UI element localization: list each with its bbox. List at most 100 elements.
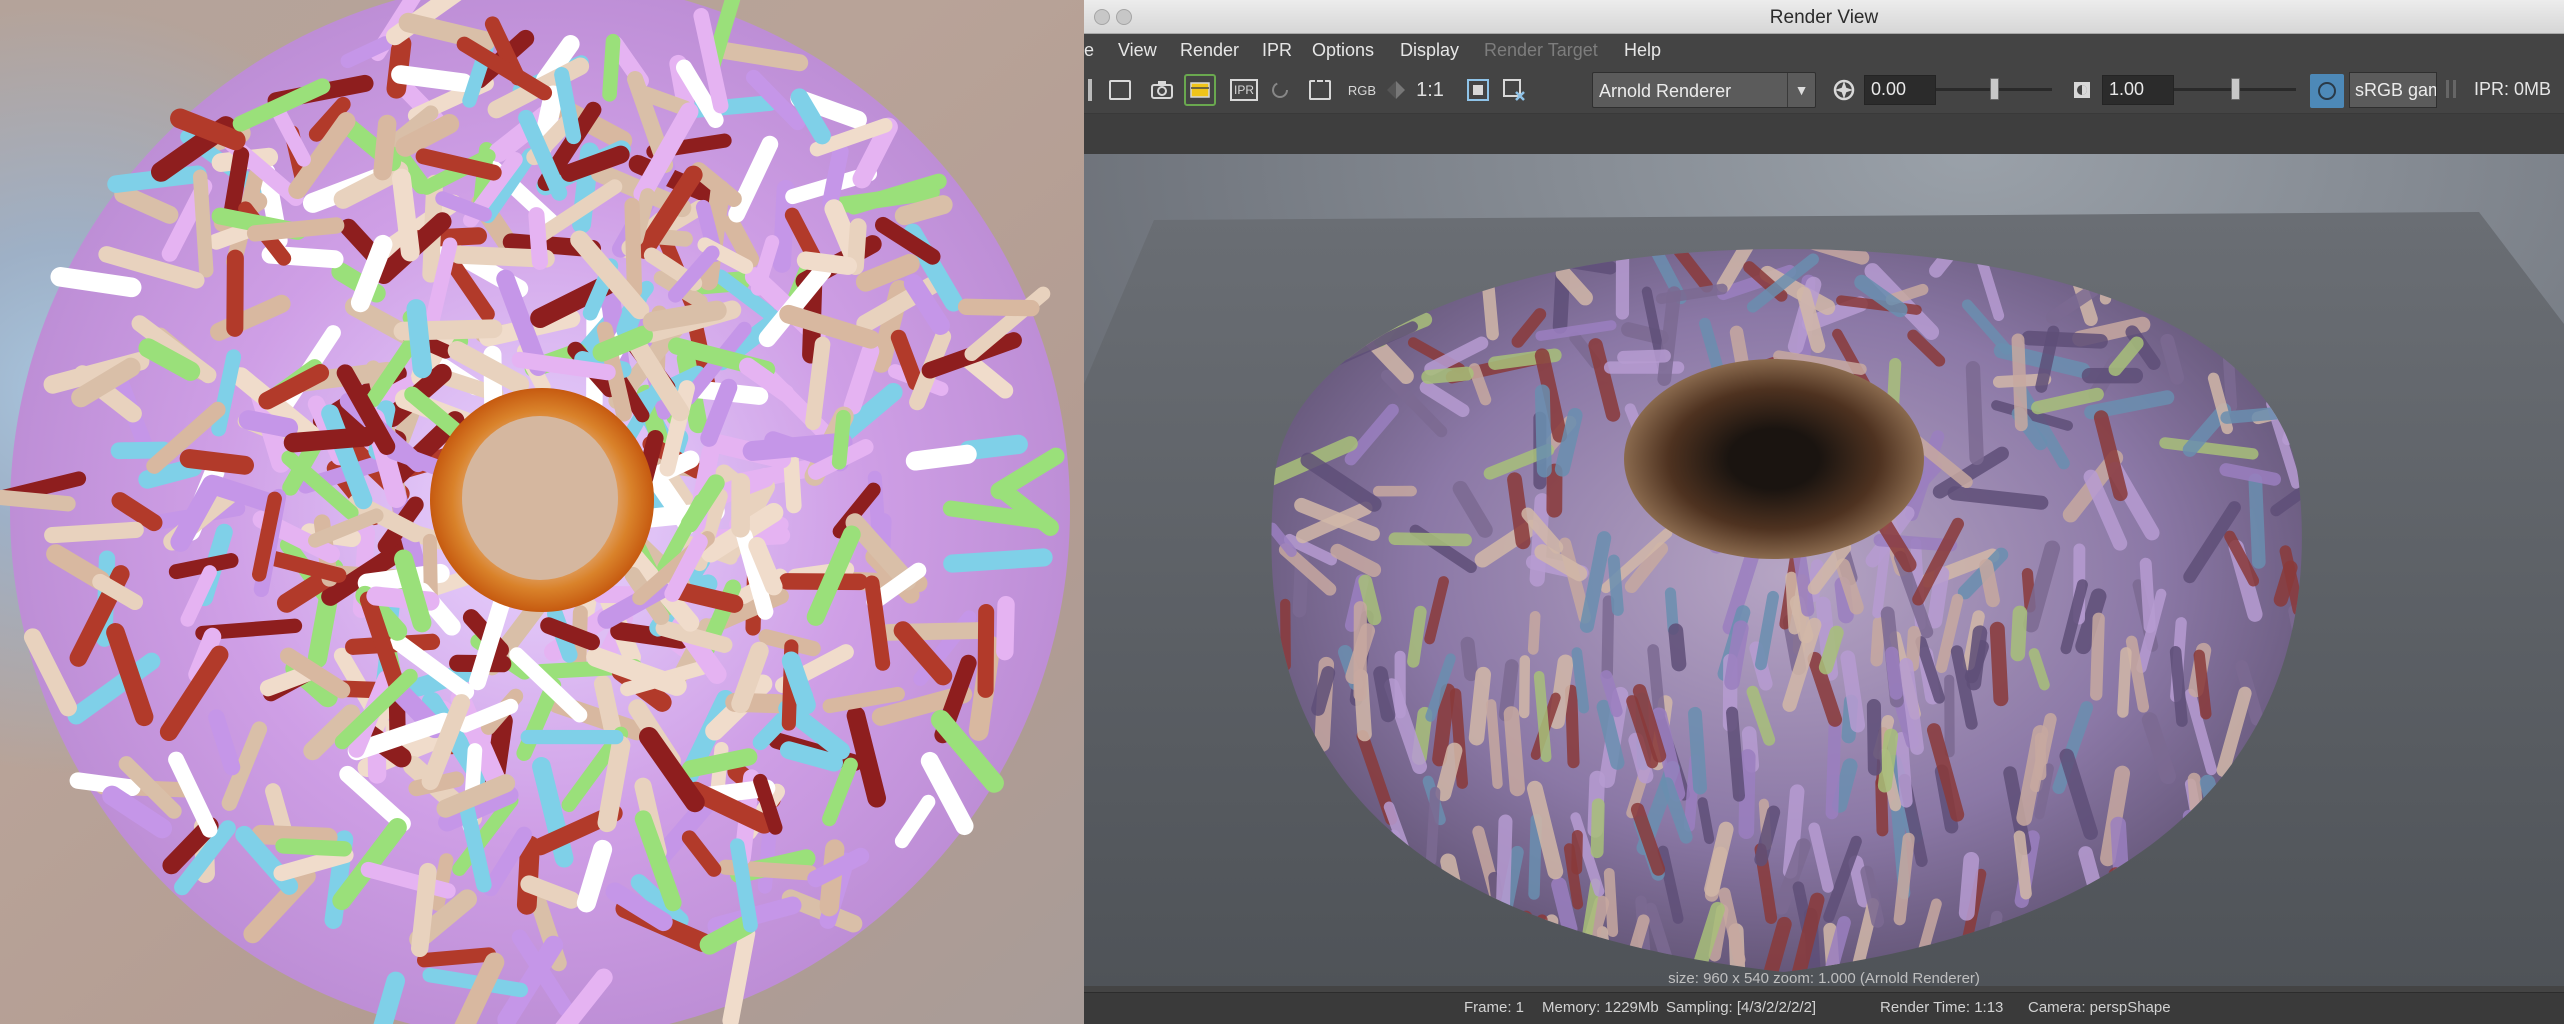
- sprinkle: [179, 449, 254, 475]
- sprinkle: [2021, 330, 2108, 349]
- sprinkle: [528, 207, 549, 270]
- sprinkle: [1607, 554, 1624, 616]
- sprinkle: [894, 195, 953, 226]
- sprinkle: [1527, 610, 1541, 655]
- menu-view[interactable]: View: [1118, 40, 1157, 61]
- sprinkle: [1965, 361, 1984, 466]
- sprinkle: [251, 824, 338, 848]
- sprinkle: [1503, 706, 1525, 797]
- sprinkle: [1840, 650, 1866, 733]
- status-bar: Frame: 1 Memory: 1229Mb Sampling: [4/3/2…: [1084, 992, 2564, 1024]
- renderer-dropdown[interactable]: Arnold Renderer ▼: [1592, 72, 1816, 108]
- sprinkle: [1905, 626, 1921, 672]
- sprinkle: [1688, 706, 1707, 795]
- sprinkle: [681, 748, 758, 778]
- rendered-donut-image: [1084, 154, 2564, 986]
- title-bar: Render View: [1084, 0, 2564, 34]
- sprinkle: [847, 218, 867, 275]
- sprinkle: [2117, 647, 2132, 718]
- sprinkle: [1468, 666, 1492, 746]
- color-management-icon[interactable]: [2310, 74, 2344, 108]
- menu-options[interactable]: Options: [1312, 40, 1374, 61]
- sprinkle: [602, 33, 621, 102]
- sprinkle: [69, 772, 141, 797]
- donut-texture-image: [0, 0, 1070, 1024]
- sprinkle: [2090, 612, 2105, 701]
- sprinkle: [1311, 666, 1336, 716]
- sprinkle: [2013, 830, 2032, 900]
- gamma-field[interactable]: 1.00: [2102, 75, 2174, 105]
- remove-image-icon[interactable]: [1498, 74, 1530, 106]
- menu-ipr[interactable]: IPR: [1262, 40, 1292, 61]
- status-render-time: Render Time: 1:13: [1880, 999, 2004, 1016]
- snapshot-camera-icon[interactable]: [1146, 74, 1178, 106]
- sprinkle: [597, 735, 631, 833]
- sprinkle: [642, 300, 727, 332]
- ratio-label: 1:1: [1416, 78, 1444, 101]
- sprinkle: [1528, 813, 1542, 900]
- sprinkle: [1958, 852, 1980, 921]
- sprinkle: [50, 267, 142, 298]
- sprinkle: [943, 548, 1053, 573]
- ratio-icon[interactable]: 1:1: [1414, 74, 1446, 106]
- sprinkle: [1697, 797, 1715, 845]
- menu-display[interactable]: Display: [1400, 40, 1459, 61]
- sprinkle: [796, 251, 858, 275]
- sprinkle: [1947, 486, 2049, 510]
- sprinkle: [772, 179, 795, 273]
- sprinkle: [275, 838, 352, 857]
- render-view-window: Render View e View Render IPR Options Di…: [1084, 0, 2564, 1024]
- menu-help[interactable]: Help: [1624, 40, 1661, 61]
- render-viewport[interactable]: [1084, 154, 2564, 986]
- sprinkle: [226, 249, 244, 337]
- alpha-channel-icon[interactable]: [1380, 74, 1412, 106]
- renderer-dropdown-value: Arnold Renderer: [1599, 81, 1732, 101]
- sprinkle: [2139, 557, 2156, 634]
- ipr-pause-icon[interactable]: [2446, 80, 2456, 98]
- exposure-icon[interactable]: [1828, 74, 1860, 106]
- status-camera: Camera: perspShape: [2028, 999, 2171, 1016]
- sprinkle: [1373, 666, 1396, 723]
- sprinkle: [1518, 655, 1531, 719]
- sprinkle: [2193, 649, 2212, 720]
- sprinkle: [2219, 463, 2281, 486]
- ipr-icon-label: IPR: [1229, 79, 1258, 101]
- ipr-render-icon[interactable]: IPR: [1228, 74, 1260, 106]
- sprinkle: [1785, 571, 1801, 635]
- gamma-slider-handle[interactable]: [2231, 78, 2240, 100]
- sprinkle: [1280, 598, 1291, 671]
- sprinkle: [1895, 731, 1913, 808]
- sprinkle: [246, 217, 345, 242]
- toolbar: IPR RGB 1:1 Arnold Renderer ▼ 0.00 1.00 …: [1084, 66, 2564, 114]
- sprinkle: [1726, 706, 1746, 802]
- sprinkle: [905, 444, 977, 471]
- render-frame-icon[interactable]: [1184, 74, 1216, 106]
- exposure-slider-handle[interactable]: [1990, 78, 1999, 100]
- status-sampling: Sampling: [4/3/2/2/2/2]: [1666, 999, 1817, 1016]
- menu-render[interactable]: Render: [1180, 40, 1239, 61]
- sprinkle: [783, 448, 802, 514]
- sprinkle: [2169, 646, 2188, 727]
- texture-preview-panel: [0, 0, 1084, 1024]
- gamma-icon[interactable]: [2066, 74, 2098, 106]
- exposure-field[interactable]: 0.00: [1864, 75, 1936, 105]
- keep-image-icon[interactable]: [1462, 74, 1494, 106]
- sprinkle: [996, 595, 1015, 661]
- sprinkle: [1529, 493, 1550, 587]
- sprinkle: [822, 143, 849, 211]
- sprinkle: [669, 581, 744, 613]
- sprinkle: [1979, 558, 2000, 608]
- sprinkle: [1885, 646, 1903, 700]
- sprinkle: [977, 603, 995, 698]
- sprinkle: [805, 336, 831, 431]
- sprinkle: [1825, 721, 1842, 820]
- rgb-channel-icon[interactable]: RGB: [1346, 74, 1378, 106]
- menu-bar: e View Render IPR Options Display Render…: [1084, 34, 2564, 66]
- sprinkle: [1565, 684, 1580, 769]
- rgb-label: RGB: [1347, 82, 1377, 98]
- color-space-dropdown[interactable]: sRGB gam: [2349, 72, 2437, 108]
- menu-file[interactable]: e: [1084, 40, 1094, 61]
- render-sequence-icon[interactable]: [1304, 74, 1336, 106]
- sprinkle: [2010, 605, 2028, 662]
- render-region-icon[interactable]: [1104, 74, 1136, 106]
